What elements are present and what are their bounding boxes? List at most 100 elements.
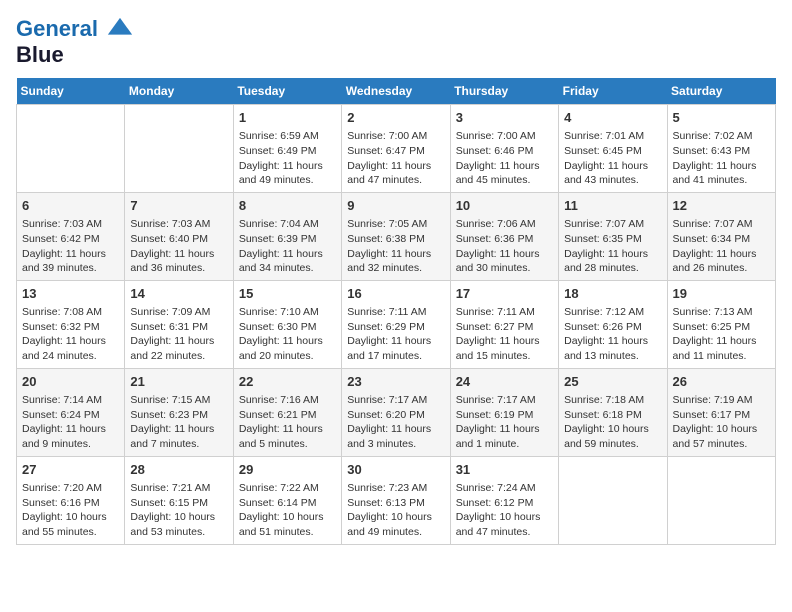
col-header-thursday: Thursday [450, 78, 558, 105]
calendar-cell: 19Sunrise: 7:13 AMSunset: 6:25 PMDayligh… [667, 280, 775, 368]
sunset: Sunset: 6:21 PM [239, 409, 317, 421]
page-header: General Blue [16, 16, 776, 68]
day-number: 1 [239, 109, 336, 127]
sunset: Sunset: 6:25 PM [673, 321, 751, 333]
calendar-cell: 21Sunrise: 7:15 AMSunset: 6:23 PMDayligh… [125, 368, 233, 456]
calendar-cell: 10Sunrise: 7:06 AMSunset: 6:36 PMDayligh… [450, 192, 558, 280]
col-header-friday: Friday [559, 78, 667, 105]
sunrise: Sunrise: 7:08 AM [22, 306, 102, 318]
sunset: Sunset: 6:39 PM [239, 233, 317, 245]
calendar-cell [125, 105, 233, 193]
day-number: 7 [130, 197, 227, 215]
sunset: Sunset: 6:20 PM [347, 409, 425, 421]
sunset: Sunset: 6:12 PM [456, 497, 534, 509]
sunrise: Sunrise: 7:15 AM [130, 394, 210, 406]
sunset: Sunset: 6:49 PM [239, 145, 317, 157]
daylight: Daylight: 11 hours and 20 minutes. [239, 335, 323, 362]
sunrise: Sunrise: 7:17 AM [456, 394, 536, 406]
daylight: Daylight: 11 hours and 43 minutes. [564, 160, 648, 187]
calendar-table: SundayMondayTuesdayWednesdayThursdayFrid… [16, 78, 776, 545]
sunset: Sunset: 6:43 PM [673, 145, 751, 157]
calendar-cell: 3Sunrise: 7:00 AMSunset: 6:46 PMDaylight… [450, 105, 558, 193]
logo-blue: Blue [16, 42, 136, 68]
calendar-cell: 25Sunrise: 7:18 AMSunset: 6:18 PMDayligh… [559, 368, 667, 456]
daylight: Daylight: 11 hours and 17 minutes. [347, 335, 431, 362]
calendar-cell: 18Sunrise: 7:12 AMSunset: 6:26 PMDayligh… [559, 280, 667, 368]
calendar-cell: 6Sunrise: 7:03 AMSunset: 6:42 PMDaylight… [17, 192, 125, 280]
day-number: 22 [239, 373, 336, 391]
sunrise: Sunrise: 7:21 AM [130, 482, 210, 494]
sunset: Sunset: 6:46 PM [456, 145, 534, 157]
week-row: 13Sunrise: 7:08 AMSunset: 6:32 PMDayligh… [17, 280, 776, 368]
sunrise: Sunrise: 7:13 AM [673, 306, 753, 318]
logo-text: General [16, 16, 136, 44]
week-row: 20Sunrise: 7:14 AMSunset: 6:24 PMDayligh… [17, 368, 776, 456]
sunrise: Sunrise: 7:10 AM [239, 306, 319, 318]
calendar-cell: 14Sunrise: 7:09 AMSunset: 6:31 PMDayligh… [125, 280, 233, 368]
daylight: Daylight: 11 hours and 24 minutes. [22, 335, 106, 362]
daylight: Daylight: 10 hours and 57 minutes. [673, 423, 758, 450]
daylight: Daylight: 10 hours and 47 minutes. [456, 511, 541, 538]
sunset: Sunset: 6:19 PM [456, 409, 534, 421]
daylight: Daylight: 10 hours and 49 minutes. [347, 511, 432, 538]
day-number: 2 [347, 109, 444, 127]
calendar-cell [667, 456, 775, 544]
calendar-cell: 9Sunrise: 7:05 AMSunset: 6:38 PMDaylight… [342, 192, 450, 280]
daylight: Daylight: 11 hours and 26 minutes. [673, 248, 757, 275]
sunrise: Sunrise: 7:09 AM [130, 306, 210, 318]
calendar-cell [17, 105, 125, 193]
calendar-cell: 20Sunrise: 7:14 AMSunset: 6:24 PMDayligh… [17, 368, 125, 456]
day-number: 28 [130, 461, 227, 479]
sunrise: Sunrise: 7:07 AM [673, 218, 753, 230]
sunset: Sunset: 6:29 PM [347, 321, 425, 333]
day-number: 18 [564, 285, 661, 303]
col-header-sunday: Sunday [17, 78, 125, 105]
daylight: Daylight: 11 hours and 41 minutes. [673, 160, 757, 187]
daylight: Daylight: 11 hours and 36 minutes. [130, 248, 214, 275]
calendar-cell: 7Sunrise: 7:03 AMSunset: 6:40 PMDaylight… [125, 192, 233, 280]
calendar-cell: 5Sunrise: 7:02 AMSunset: 6:43 PMDaylight… [667, 105, 775, 193]
daylight: Daylight: 11 hours and 49 minutes. [239, 160, 323, 187]
day-number: 15 [239, 285, 336, 303]
day-number: 27 [22, 461, 119, 479]
day-number: 14 [130, 285, 227, 303]
week-row: 1Sunrise: 6:59 AMSunset: 6:49 PMDaylight… [17, 105, 776, 193]
day-number: 19 [673, 285, 770, 303]
day-number: 16 [347, 285, 444, 303]
sunset: Sunset: 6:27 PM [456, 321, 534, 333]
sunrise: Sunrise: 7:23 AM [347, 482, 427, 494]
daylight: Daylight: 11 hours and 5 minutes. [239, 423, 323, 450]
sunset: Sunset: 6:38 PM [347, 233, 425, 245]
col-header-wednesday: Wednesday [342, 78, 450, 105]
daylight: Daylight: 11 hours and 22 minutes. [130, 335, 214, 362]
sunrise: Sunrise: 7:22 AM [239, 482, 319, 494]
calendar-cell: 12Sunrise: 7:07 AMSunset: 6:34 PMDayligh… [667, 192, 775, 280]
daylight: Daylight: 11 hours and 34 minutes. [239, 248, 323, 275]
daylight: Daylight: 11 hours and 13 minutes. [564, 335, 648, 362]
sunset: Sunset: 6:32 PM [22, 321, 100, 333]
sunrise: Sunrise: 7:00 AM [347, 130, 427, 142]
col-header-monday: Monday [125, 78, 233, 105]
day-number: 12 [673, 197, 770, 215]
sunset: Sunset: 6:14 PM [239, 497, 317, 509]
daylight: Daylight: 11 hours and 3 minutes. [347, 423, 431, 450]
calendar-cell: 31Sunrise: 7:24 AMSunset: 6:12 PMDayligh… [450, 456, 558, 544]
sunrise: Sunrise: 7:12 AM [564, 306, 644, 318]
calendar-cell: 8Sunrise: 7:04 AMSunset: 6:39 PMDaylight… [233, 192, 341, 280]
day-number: 10 [456, 197, 553, 215]
sunrise: Sunrise: 7:00 AM [456, 130, 536, 142]
header-row: SundayMondayTuesdayWednesdayThursdayFrid… [17, 78, 776, 105]
day-number: 4 [564, 109, 661, 127]
day-number: 24 [456, 373, 553, 391]
calendar-cell: 23Sunrise: 7:17 AMSunset: 6:20 PMDayligh… [342, 368, 450, 456]
sunset: Sunset: 6:24 PM [22, 409, 100, 421]
daylight: Daylight: 11 hours and 30 minutes. [456, 248, 540, 275]
sunset: Sunset: 6:40 PM [130, 233, 208, 245]
sunrise: Sunrise: 7:11 AM [456, 306, 535, 318]
calendar-cell: 27Sunrise: 7:20 AMSunset: 6:16 PMDayligh… [17, 456, 125, 544]
calendar-cell [559, 456, 667, 544]
sunrise: Sunrise: 7:06 AM [456, 218, 536, 230]
calendar-cell: 22Sunrise: 7:16 AMSunset: 6:21 PMDayligh… [233, 368, 341, 456]
calendar-cell: 26Sunrise: 7:19 AMSunset: 6:17 PMDayligh… [667, 368, 775, 456]
daylight: Daylight: 10 hours and 55 minutes. [22, 511, 107, 538]
